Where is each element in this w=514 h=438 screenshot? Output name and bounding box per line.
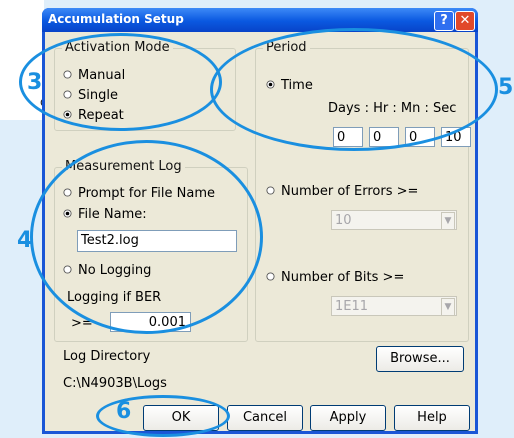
- annotation-number-5: 5: [498, 75, 514, 100]
- log-directory-path: C:\N4903B\Logs: [63, 376, 167, 391]
- annotation-number-3: 3: [27, 70, 43, 95]
- close-icon[interactable]: ✕: [455, 11, 475, 31]
- bits-label: Number of Bits >=: [281, 270, 405, 285]
- cancel-button[interactable]: Cancel: [227, 405, 303, 431]
- radio-unchecked-icon: [266, 272, 275, 281]
- annotation-number-6: 6: [116, 399, 132, 424]
- window-title: Accumulation Setup: [48, 12, 184, 26]
- apply-button[interactable]: Apply: [310, 405, 386, 431]
- help-button[interactable]: Help: [394, 405, 470, 431]
- help-icon[interactable]: ?: [434, 11, 454, 31]
- log-directory-label: Log Directory: [63, 349, 151, 364]
- radio-number-of-errors[interactable]: Number of Errors >=: [266, 184, 418, 199]
- errors-combo[interactable]: 10 ▼: [331, 210, 457, 230]
- title-bar[interactable]: Accumulation Setup ? ✕: [42, 8, 478, 32]
- chevron-down-icon[interactable]: ▼: [441, 212, 455, 230]
- chevron-down-icon[interactable]: ▼: [441, 298, 455, 316]
- browse-button[interactable]: Browse...: [376, 346, 464, 372]
- annotation-ellipse-4: [30, 140, 263, 334]
- errors-value: 10: [335, 213, 352, 228]
- annotation-ellipse-3: [19, 33, 222, 131]
- bits-combo[interactable]: 1E11 ▼: [331, 296, 457, 316]
- annotation-ellipse-5: [210, 28, 498, 151]
- radio-number-of-bits[interactable]: Number of Bits >=: [266, 270, 404, 285]
- bits-value: 1E11: [335, 299, 369, 314]
- errors-label: Number of Errors >=: [281, 184, 419, 199]
- radio-unchecked-icon: [266, 186, 275, 195]
- annotation-number-4: 4: [17, 228, 33, 253]
